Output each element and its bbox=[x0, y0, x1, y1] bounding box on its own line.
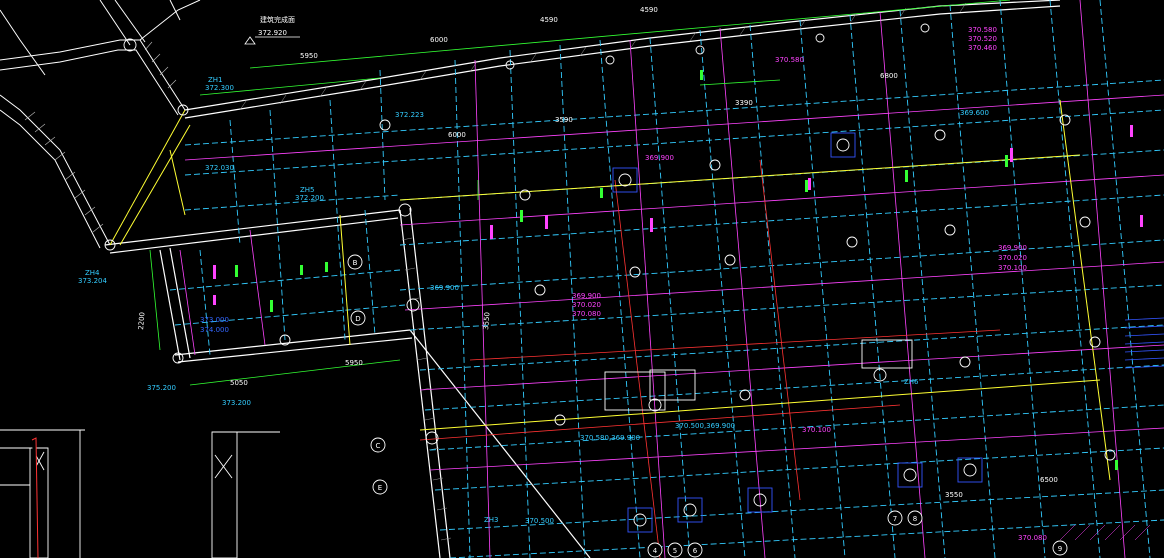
blue-label-1: 374.000 bbox=[200, 326, 229, 334]
dim-right-1: 6500 bbox=[1040, 476, 1058, 484]
dim-left-1: 3550 bbox=[482, 312, 492, 330]
elev-m-12: 370.080 bbox=[1018, 534, 1047, 542]
elev-m-1: 370.520 bbox=[968, 35, 997, 43]
elev-c-1: 373.204 bbox=[78, 277, 107, 285]
elev-m-5: 370.100 bbox=[998, 264, 1027, 272]
elev-c-9: 370.580,369.900 bbox=[580, 434, 640, 442]
elev-c-7: 369.600 bbox=[960, 109, 989, 117]
elev-c-8: 370.500,369.900 bbox=[675, 422, 735, 430]
elev-c-3: 370.500 bbox=[525, 517, 554, 525]
dim-top-2: 6000 bbox=[430, 36, 448, 44]
elev-m-11: 370.100 bbox=[802, 426, 831, 434]
cad-drawing-canvas[interactable]: B D C E 4 5 6 7 8 9 建筑完成面 372.920 4590 4… bbox=[0, 0, 1164, 558]
elev-c-2: 372.200 bbox=[295, 194, 324, 202]
dim-bottom-1: 5950 bbox=[345, 359, 363, 367]
tag-c-0: ZH1 bbox=[208, 76, 223, 84]
dim-bottom-0: 5050 bbox=[230, 379, 248, 387]
dim-mid-2: 6000 bbox=[448, 131, 466, 139]
canvas-background bbox=[0, 0, 1164, 558]
dim-top-0: 4590 bbox=[540, 16, 558, 24]
blue-label-0: 373.000 bbox=[200, 316, 229, 324]
axis-label-9: 9 bbox=[1058, 545, 1062, 553]
dim-mid-3: 6800 bbox=[880, 72, 898, 80]
axis-label-B: B bbox=[353, 259, 358, 267]
elev-c-6: 369.900 bbox=[430, 284, 459, 292]
axis-label-7: 7 bbox=[893, 515, 897, 523]
elev-m-7: 370.020 bbox=[572, 301, 601, 309]
axis-label-8: 8 bbox=[913, 515, 917, 523]
dim-top-3: 5950 bbox=[300, 52, 318, 60]
title-elev-label: 建筑完成面 bbox=[260, 15, 295, 24]
axis-label-6: 6 bbox=[693, 547, 698, 555]
tag-c-4: ZH3 bbox=[484, 516, 499, 524]
axis-label-D: D bbox=[355, 315, 360, 323]
dim-mid-1: 3390 bbox=[735, 99, 753, 107]
dim-mid-0: 3590 bbox=[555, 116, 573, 124]
elev-m-6: 369.900 bbox=[572, 292, 601, 300]
elev-c-4: 372.223 bbox=[395, 111, 424, 119]
tag-c-1: ZH4 bbox=[85, 269, 100, 277]
tag-c-3: ZH6 bbox=[904, 378, 919, 386]
elev-c-11: 375.200 bbox=[147, 384, 176, 392]
axis-label-4: 4 bbox=[653, 547, 658, 555]
elev-m-0: 370.580 bbox=[968, 26, 997, 34]
elev-m-4: 370.020 bbox=[998, 254, 1027, 262]
dim-top-1: 4590 bbox=[640, 6, 658, 14]
axis-label-E: E bbox=[378, 484, 382, 492]
tag-c-2: ZH5 bbox=[300, 186, 315, 194]
elev-c-0: 372.300 bbox=[205, 84, 234, 92]
elev-m-3: 369.900 bbox=[998, 244, 1027, 252]
elev-m-10: 369.900 bbox=[645, 154, 674, 162]
dim-left-0: 2200 bbox=[137, 312, 147, 330]
elev-m-8: 370.080 bbox=[572, 310, 601, 318]
elev-c-5: 372.030 bbox=[205, 164, 234, 172]
elev-m-2: 370.460 bbox=[968, 44, 997, 52]
elev-c-10: 373.200 bbox=[222, 399, 251, 407]
elev-m-9: 370.580 bbox=[775, 56, 804, 64]
axis-label-C: C bbox=[376, 442, 381, 450]
title-elev-value: 372.920 bbox=[258, 29, 287, 37]
dim-right-0: 3550 bbox=[945, 491, 963, 499]
axis-label-5: 5 bbox=[673, 547, 677, 555]
